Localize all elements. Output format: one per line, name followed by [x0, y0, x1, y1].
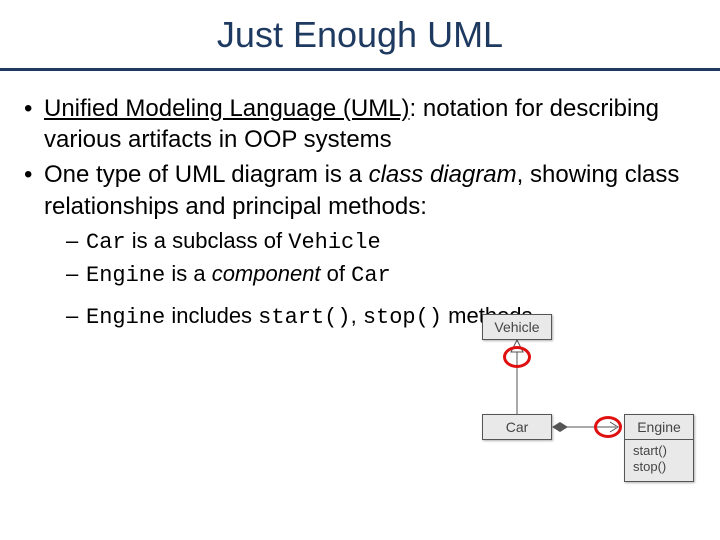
class-engine-methods: start() stop(): [625, 439, 693, 481]
class-vehicle-name: Vehicle: [483, 315, 551, 339]
engine-method-2: stop(): [633, 459, 685, 475]
sub-3-code2: start(): [258, 305, 350, 330]
sub-2-italic: component: [212, 261, 321, 286]
sub-1-code2: Vehicle: [288, 230, 380, 255]
class-engine: Engine start() stop(): [624, 414, 694, 482]
sub-3-mid2: ,: [351, 303, 363, 328]
bullet-2-a: One type of UML diagram is a: [44, 161, 369, 188]
sub-1-code1: Car: [86, 230, 126, 255]
sub-3-code1: Engine: [86, 305, 165, 330]
highlight-circle-icon: [594, 416, 622, 438]
bullet-2-italic: class diagram: [369, 161, 517, 188]
sub-1-mid: is a subclass of: [126, 228, 289, 253]
bullet-1-term: Unified Modeling Language (UML): [44, 95, 410, 122]
sub-1: Car is a subclass of Vehicle: [44, 226, 698, 258]
sub-3-code3: stop(): [363, 305, 442, 330]
bullet-2: One type of UML diagram is a class diagr…: [22, 159, 698, 332]
engine-method-1: start(): [633, 443, 685, 459]
sub-2-mid: is a: [165, 261, 211, 286]
sub-2-code2: Car: [351, 263, 391, 288]
class-engine-name: Engine: [625, 415, 693, 439]
slide-title: Just Enough UML: [0, 0, 720, 68]
class-vehicle: Vehicle: [482, 314, 552, 340]
sub-2: Engine is a component of Car: [44, 259, 698, 291]
sub-3-mid: includes: [165, 303, 258, 328]
slide-content: Unified Modeling Language (UML): notatio…: [0, 71, 720, 333]
sub-2-code1: Engine: [86, 263, 165, 288]
sub-2-mid2: of: [321, 261, 352, 286]
highlight-circle-icon: [503, 346, 531, 368]
class-car-name: Car: [483, 415, 551, 439]
class-car: Car: [482, 414, 552, 440]
bullet-1: Unified Modeling Language (UML): notatio…: [22, 93, 698, 155]
uml-diagram: Vehicle Car Engine start() stop(): [454, 314, 708, 524]
